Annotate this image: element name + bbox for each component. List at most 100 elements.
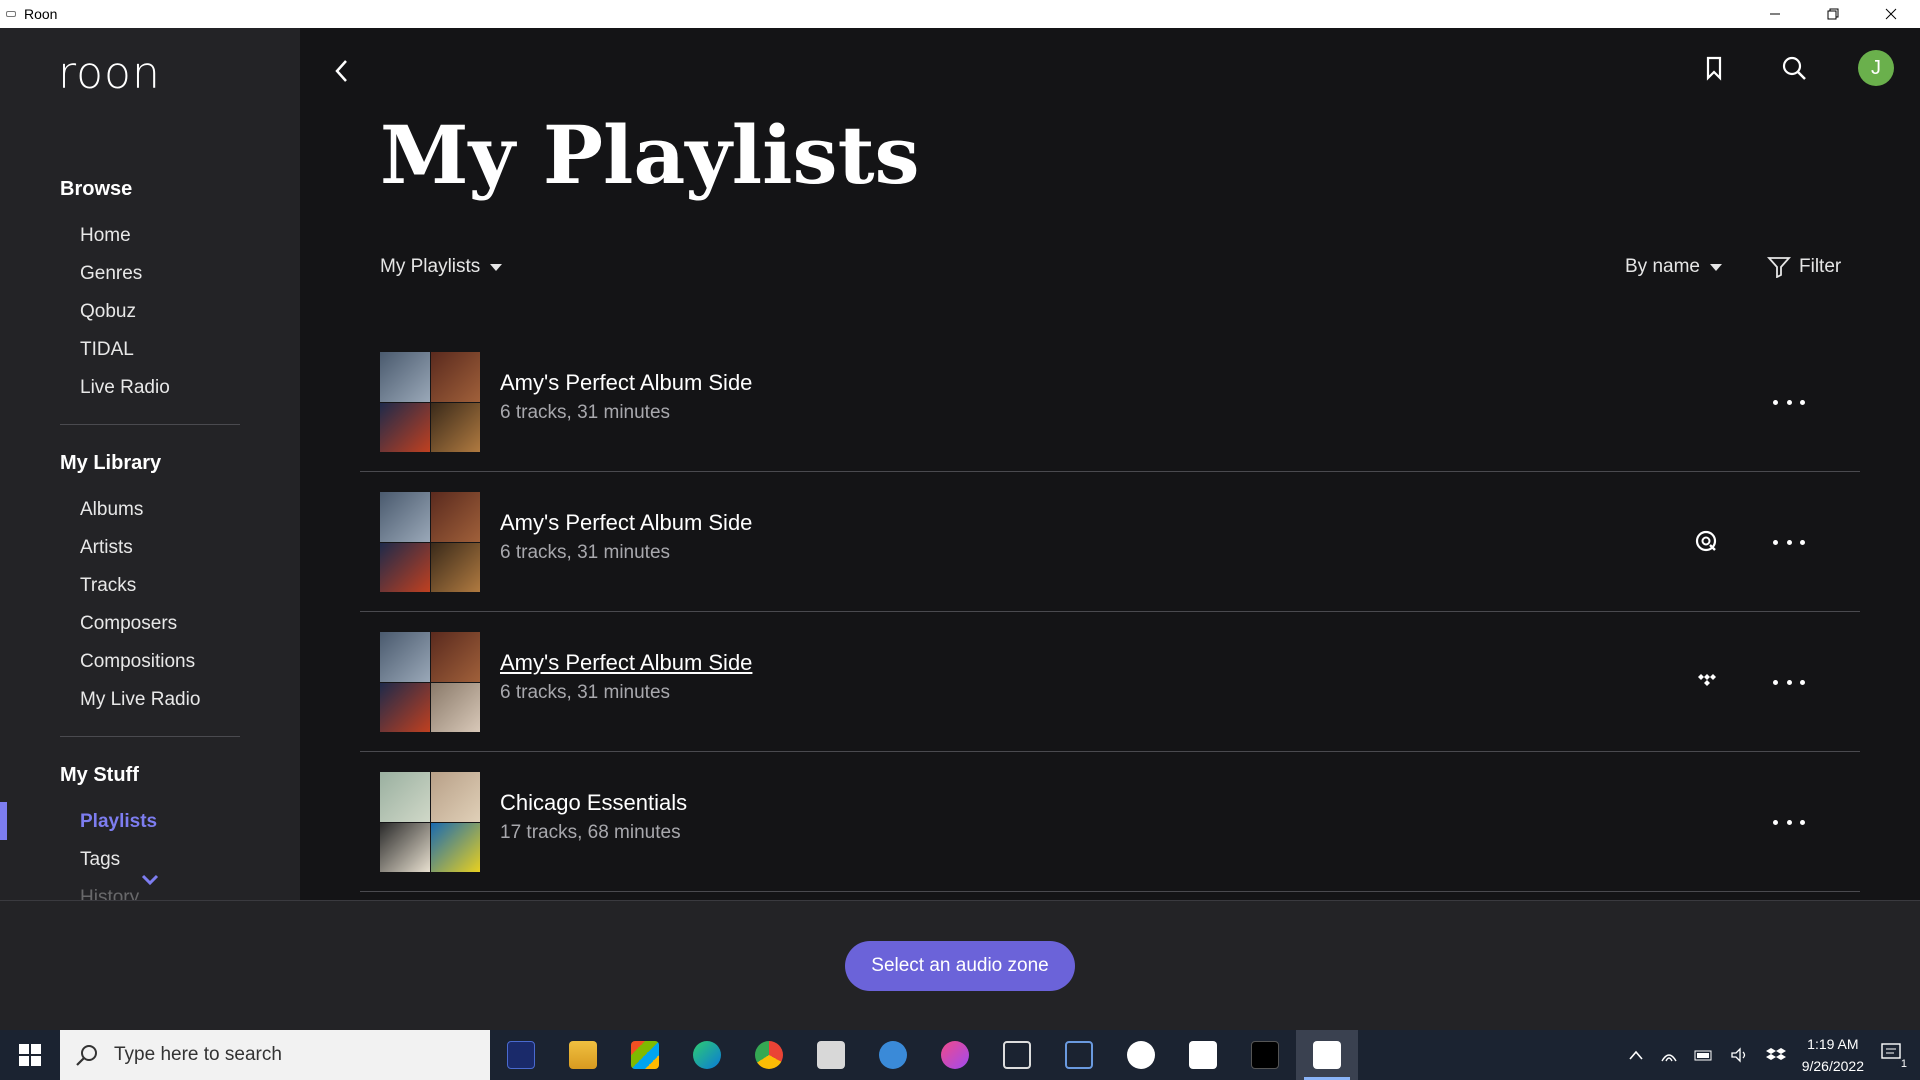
now-playing-bar: Select an audio zone [0,900,1920,1030]
more-options-button[interactable] [1773,672,1805,692]
signature-app-icon[interactable] [986,1030,1048,1080]
notification-count: 1 [1897,1058,1910,1070]
volume-icon[interactable] [1730,1047,1750,1063]
sidebar: roon Browse Home Genres Qobuz TIDAL Live… [0,28,300,900]
waves-app-icon[interactable] [490,1030,552,1080]
itunes-icon[interactable] [924,1030,986,1080]
remote-desktop-icon[interactable] [1048,1030,1110,1080]
battery-icon[interactable] [1694,1048,1714,1062]
chevron-up-icon[interactable] [1628,1049,1644,1061]
sidebar-item-playlists[interactable]: Playlists [80,811,157,833]
dropbox-icon[interactable] [1765,1047,1786,1063]
roon-tray-icon[interactable] [1172,1030,1234,1080]
divider [60,736,240,737]
window-titlebar: Roon [0,0,1920,28]
tidal-icon [1698,674,1716,686]
network-icon[interactable] [1660,1047,1678,1063]
windows-start-button[interactable] [0,1030,60,1080]
playlist-cover[interactable] [380,492,480,592]
sidebar-item-tags[interactable]: Tags [80,849,120,871]
sidebar-item-home[interactable]: Home [80,225,131,247]
sidebar-item-composers[interactable]: Composers [80,613,177,635]
sidebar-item-my-live-radio[interactable]: My Live Radio [80,689,200,711]
playlist-cover[interactable] [380,632,480,732]
section-my-stuff: My Stuff [60,764,139,786]
playlist-cover[interactable] [380,352,480,452]
list-item[interactable]: Amy's Perfect Album Side 6 tracks, 31 mi… [360,612,1860,752]
sidebar-item-albums[interactable]: Albums [80,499,143,521]
list-item[interactable] [360,892,1860,900]
playlist-subtitle: 6 tracks, 31 minutes [500,542,671,563]
taskbar-search-placeholder: Type here to search [114,1044,282,1065]
section-my-library: My Library [60,452,162,474]
clock-date: 9/26/2022 [1801,1058,1864,1074]
playlist-subtitle: 6 tracks, 31 minutes [500,682,671,703]
more-options-button[interactable] [1773,812,1805,832]
more-options-button[interactable] [1773,532,1805,552]
file-explorer-icon[interactable] [552,1030,614,1080]
sidebar-item-genres[interactable]: Genres [80,263,142,285]
back-icon[interactable] [330,56,354,86]
sidebar-item-history[interactable]: History [80,887,139,900]
taskbar-search-input[interactable]: Type here to search [60,1030,490,1080]
mail-icon[interactable] [800,1030,862,1080]
caret-down-icon [490,263,503,271]
roon-logo[interactable]: roon [58,48,161,99]
filter-icon [1767,257,1791,278]
list-item[interactable]: Chicago Essentials 17 tracks, 68 minutes [360,752,1860,892]
avatar[interactable]: J [1858,50,1894,86]
window-controls [1746,0,1920,28]
playlist-title[interactable]: Amy's Perfect Album Side [500,650,752,676]
edge-browser-icon[interactable] [676,1030,738,1080]
sidebar-item-live-radio[interactable]: Live Radio [80,377,170,399]
more-options-button[interactable] [1773,392,1805,412]
view-selector[interactable]: My Playlists [380,256,503,278]
windows-logo-icon [19,1044,41,1066]
chevron-down-icon[interactable] [140,873,160,887]
search-icon[interactable] [1780,54,1808,82]
taskbar-clock[interactable]: 1:19 AM 9/26/2022 [1802,1033,1864,1077]
sidebar-item-tracks[interactable]: Tracks [80,575,136,597]
caret-down-icon [1709,263,1722,271]
section-browse: Browse [60,178,133,200]
playlist-title[interactable]: Amy's Perfect Album Side [500,510,752,536]
window-title: Roon [24,6,58,22]
view-selector-label: My Playlists [380,256,481,277]
sort-selector[interactable]: By name [1625,256,1722,278]
filter-button[interactable]: Filter [1767,256,1841,278]
sidebar-item-tidal[interactable]: TIDAL [80,339,134,361]
roon-app-icon [6,11,16,17]
windows-taskbar: Type here to search 1:19 AM 9/26/2022 1 [0,1030,1920,1080]
search-icon [76,1045,97,1066]
notification-center-button[interactable]: 1 [1880,1042,1910,1070]
list-item[interactable]: Amy's Perfect Album Side 6 tracks, 31 mi… [360,472,1860,612]
sidebar-item-compositions[interactable]: Compositions [80,651,195,673]
playlist-cover[interactable] [380,772,480,872]
sidebar-item-qobuz[interactable]: Qobuz [80,301,136,323]
list-item[interactable]: Amy's Perfect Album Side 6 tracks, 31 mi… [360,332,1860,472]
sort-selector-label: By name [1625,256,1700,277]
playlist-subtitle: 6 tracks, 31 minutes [500,402,671,423]
onedrive-icon[interactable] [862,1030,924,1080]
select-audio-zone-button[interactable]: Select an audio zone [845,941,1075,991]
sidebar-item-artists[interactable]: Artists [80,537,133,559]
divider [60,424,240,425]
playlist-title[interactable]: Chicago Essentials [500,790,687,816]
tidal-app-icon[interactable] [1234,1030,1296,1080]
playlist-subtitle: 17 tracks, 68 minutes [500,822,681,843]
main-content: J My Playlists My Playlists By name Filt… [300,28,1920,900]
minimize-button[interactable] [1746,0,1804,28]
roon-app-taskbar-icon[interactable] [1296,1030,1358,1080]
active-indicator [0,802,7,840]
page-title: My Playlists [380,108,920,202]
qobuz-app-icon[interactable] [1110,1030,1172,1080]
restore-button[interactable] [1804,0,1862,28]
playlist-title[interactable]: Amy's Perfect Album Side [500,370,752,396]
microsoft-store-icon[interactable] [614,1030,676,1080]
qobuz-icon [1695,530,1717,552]
system-tray: 1:19 AM 9/26/2022 1 [1628,1030,1920,1080]
chrome-browser-icon[interactable] [738,1030,800,1080]
close-button[interactable] [1862,0,1920,28]
clock-time: 1:19 AM [1807,1036,1859,1052]
bookmark-icon[interactable] [1700,54,1728,82]
